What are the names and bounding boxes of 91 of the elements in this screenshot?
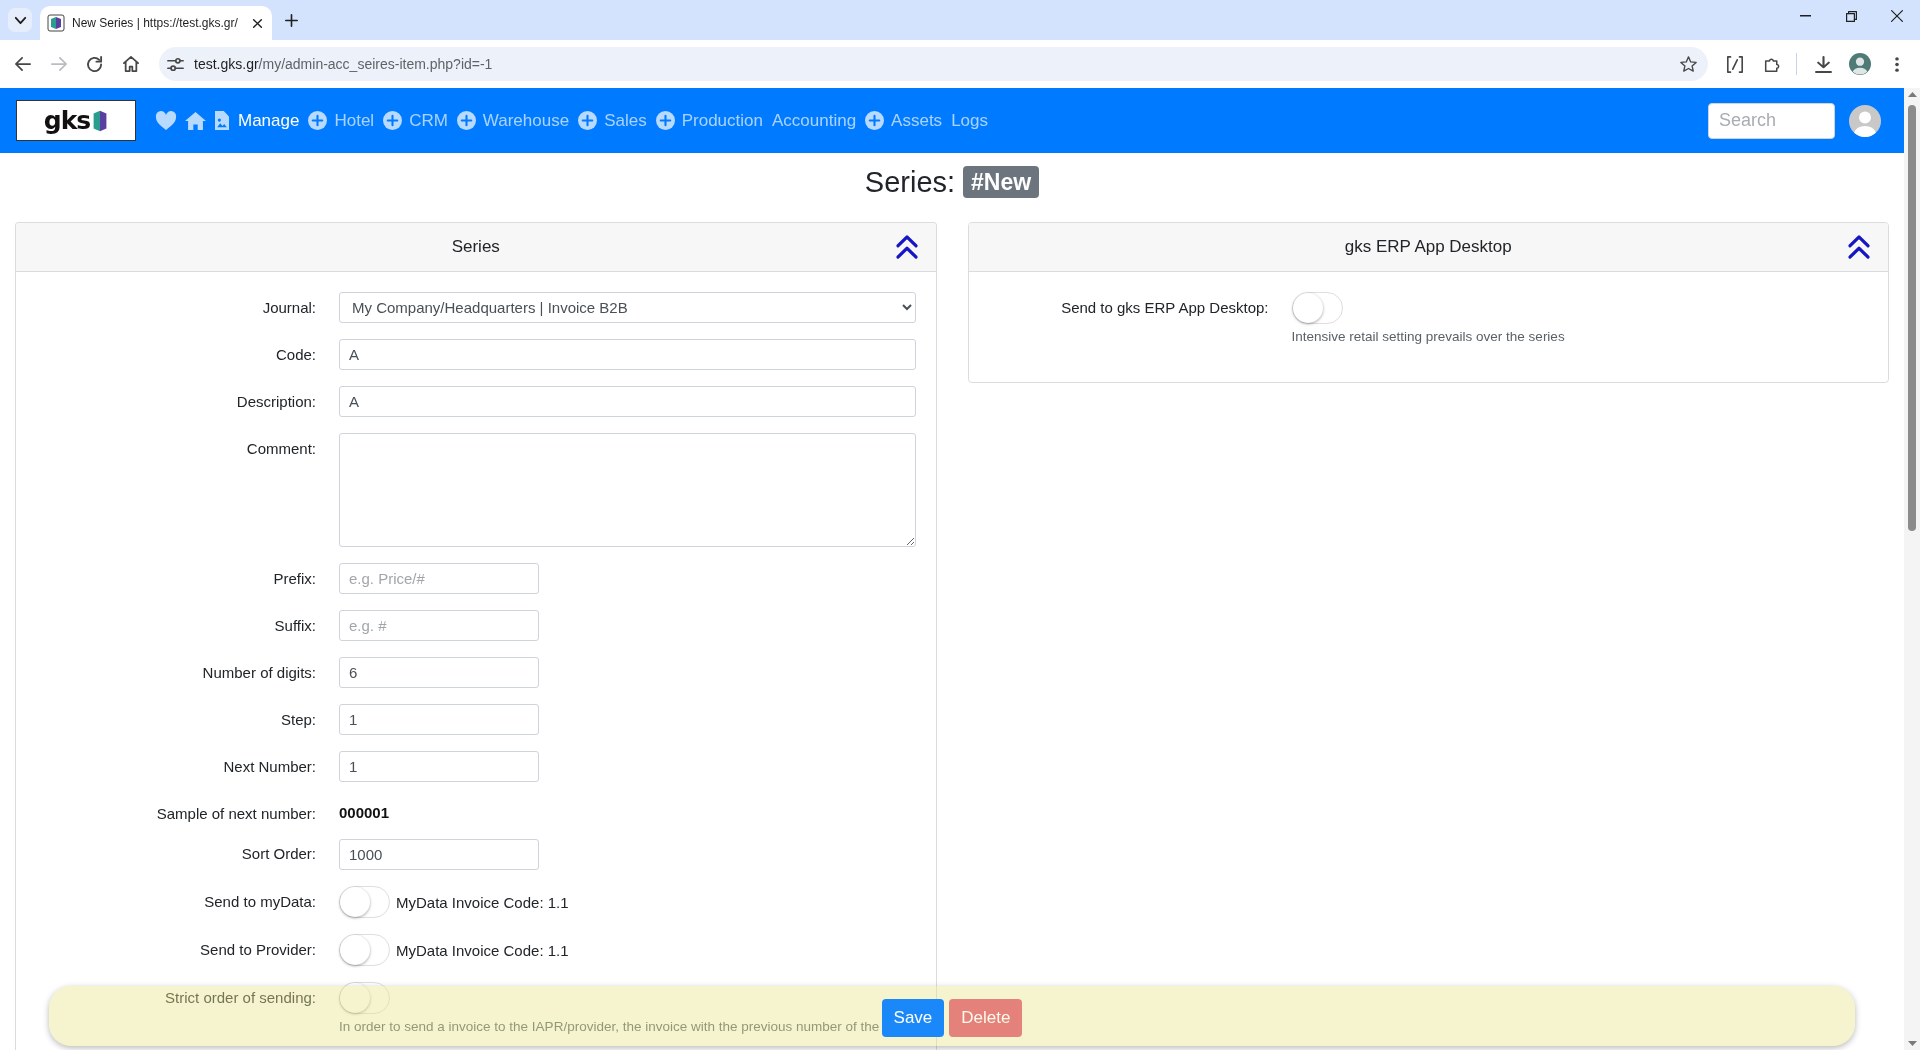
browser-tab[interactable]: New Series | https://test.gks.gr/ xyxy=(40,6,272,40)
nav-menu-link[interactable]: Logs xyxy=(951,109,988,132)
text-field[interactable]: e.g. Price/# xyxy=(339,563,539,594)
logo-text: gks xyxy=(43,106,91,135)
nav-menu-link[interactable]: Hotel xyxy=(308,109,375,132)
toggle-switch[interactable] xyxy=(339,933,390,966)
chevron-down-icon xyxy=(14,16,26,24)
text-field[interactable]: A xyxy=(339,386,916,417)
profile-avatar-icon xyxy=(1849,53,1871,75)
image-file-icon[interactable] xyxy=(215,111,229,130)
heart-icon[interactable] xyxy=(156,111,176,130)
text-field[interactable]: e.g. # xyxy=(339,610,539,641)
field-label: Journal: xyxy=(262,298,316,317)
code-brackets-icon xyxy=(1726,55,1744,73)
download-icon xyxy=(1814,55,1832,73)
status-badge: #New xyxy=(963,166,1040,198)
field-label: Next Number: xyxy=(223,757,316,776)
card-title: gks ERP App Desktop xyxy=(1344,237,1512,257)
text-field[interactable]: 1 xyxy=(339,751,539,782)
field-label: Send to myData: xyxy=(204,892,316,911)
nav-menu-link[interactable]: Warehouse xyxy=(456,109,570,132)
close-icon xyxy=(253,18,262,28)
plus-icon xyxy=(284,13,298,27)
puzzle-icon xyxy=(1763,55,1781,73)
back-arrow-icon xyxy=(15,57,31,71)
textarea-field[interactable] xyxy=(339,433,916,547)
field-label: Send to Provider: xyxy=(200,940,316,959)
minimize-icon xyxy=(1799,15,1811,17)
forward-arrow-icon xyxy=(51,57,67,71)
toggle-switch[interactable] xyxy=(1291,292,1343,324)
plus-circle-icon[interactable] xyxy=(383,111,403,130)
value-text: 000001 xyxy=(339,804,390,822)
text-field[interactable]: 1000 xyxy=(339,838,539,870)
user-avatar-icon[interactable] xyxy=(1849,104,1881,137)
plus-circle-icon[interactable] xyxy=(456,111,476,130)
company-logo[interactable]: gks xyxy=(16,100,136,141)
double-chevron-up-icon[interactable] xyxy=(1850,237,1868,257)
restore-icon xyxy=(1845,10,1857,22)
field-label: Prefix: xyxy=(273,569,316,588)
toggle-note-text: MyData Invoice Code: 1.1 xyxy=(396,941,569,960)
scroll-up-arrow-icon[interactable] xyxy=(1907,92,1917,97)
plus-circle-icon[interactable] xyxy=(865,111,885,130)
toggle-switch[interactable] xyxy=(339,981,390,1014)
nav-menu-link[interactable]: CRM xyxy=(383,109,448,132)
bookmark-star-icon[interactable] xyxy=(1680,56,1697,72)
nav-menu-link[interactable]: Sales xyxy=(578,109,647,132)
home-icon xyxy=(123,56,139,72)
url-text: test.gks.gr/my/admin-acc_seires-item.php?id=-1 xyxy=(194,56,494,72)
help-text: In order to send a invoice to the IAPR/provider, the invoice with the previous number of the xyxy=(339,1017,880,1036)
plus-circle-icon[interactable] xyxy=(655,111,675,130)
field-label: Comment: xyxy=(246,439,316,458)
tune-icon[interactable] xyxy=(167,57,184,71)
field-label: Code: xyxy=(275,345,316,364)
reload-icon xyxy=(87,56,103,72)
field-label: Suffix: xyxy=(274,616,316,635)
toggle-note-text: MyData Invoice Code: 1.1 xyxy=(396,893,569,912)
plus-circle-icon[interactable] xyxy=(308,111,328,130)
field-label: Strict order of sending: xyxy=(165,988,316,1007)
help-text: Intensive retail setting prevails over the series xyxy=(1291,328,1565,346)
kebab-menu-icon xyxy=(1895,56,1899,72)
field-label: Send to gks ERP App Desktop: xyxy=(1061,299,1269,317)
logo-mark-icon xyxy=(92,109,109,132)
tab-close-button[interactable] xyxy=(253,18,262,28)
field-label: Number of digits: xyxy=(202,663,316,682)
field-label: Description: xyxy=(236,392,316,411)
text-field[interactable]: A xyxy=(339,339,916,370)
scroll-down-arrow-icon[interactable] xyxy=(1907,1041,1917,1046)
address-bar[interactable]: test.gks.gr/my/admin-acc_seires-item.php?id=-1 xyxy=(159,47,1708,81)
nav-menu-link[interactable]: Assets xyxy=(865,109,943,132)
nav-menu-link[interactable]: Manage xyxy=(238,109,300,132)
tab-title: New Series | https://test.gks.gr/ xyxy=(72,16,239,30)
nav-menu-link[interactable]: Accounting xyxy=(771,109,857,132)
scrollbar-thumb[interactable] xyxy=(1908,105,1916,531)
card-title: Series xyxy=(451,237,500,257)
double-chevron-up-icon[interactable] xyxy=(897,237,916,257)
select-field[interactable]: My Company/Headquarters | Invoice B2B xyxy=(339,292,916,323)
tab-search-button[interactable] xyxy=(8,8,32,32)
field-label: Step: xyxy=(280,710,316,729)
page-title: Series: xyxy=(864,165,956,199)
toggle-switch[interactable] xyxy=(339,885,390,918)
nav-menu-link[interactable]: Production xyxy=(655,109,763,132)
search-field[interactable]: Search xyxy=(1708,102,1835,139)
action-button[interactable]: Save xyxy=(881,999,945,1037)
text-field[interactable]: 1 xyxy=(339,704,539,735)
close-icon xyxy=(1891,10,1903,22)
field-label: Sort Order: xyxy=(241,845,316,863)
home-icon[interactable] xyxy=(185,111,206,130)
field-label: Sample of next number: xyxy=(156,804,316,823)
plus-circle-icon[interactable] xyxy=(578,111,598,130)
text-field[interactable]: 6 xyxy=(339,657,539,688)
favicon-icon xyxy=(48,15,64,31)
